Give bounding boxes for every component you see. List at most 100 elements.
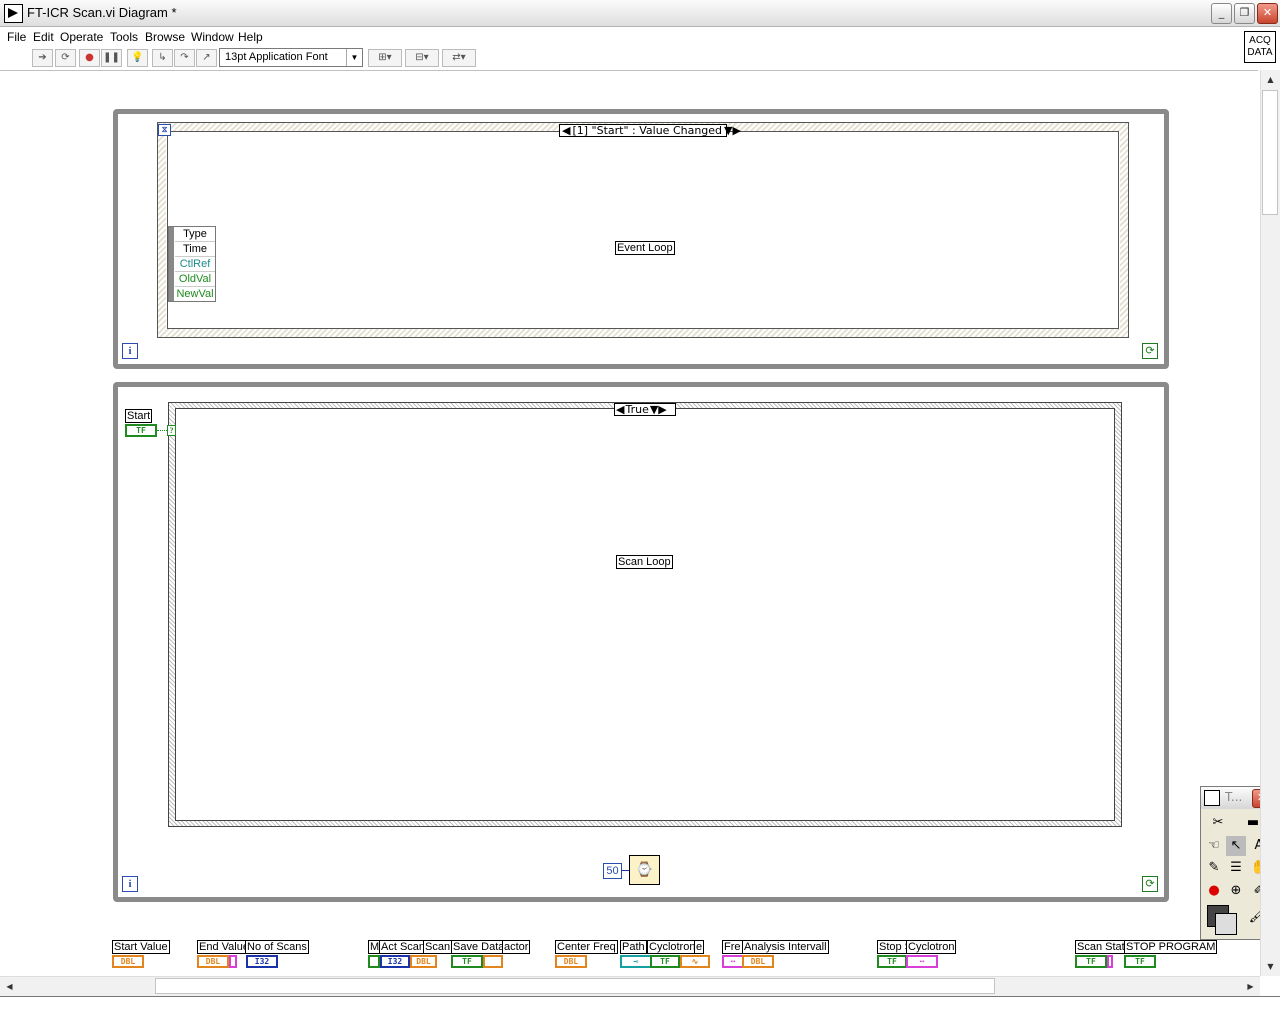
event-next-icon[interactable]: ▼▶: [722, 124, 743, 137]
menu-tools[interactable]: Tools: [110, 30, 138, 44]
scroll-down-icon[interactable]: ▼: [1262, 958, 1279, 975]
case-structure-inner[interactable]: [175, 408, 1115, 821]
terminal-label-cyclotron[interactable]: Cyclotron: [647, 940, 698, 954]
close-button[interactable]: ✕: [1257, 3, 1278, 24]
terminal-no-of-scans[interactable]: I32: [246, 955, 278, 968]
terminal-m[interactable]: [368, 955, 380, 968]
terminal-cyclotron-ref[interactable]: ⋯: [906, 955, 938, 968]
labview-app-icon[interactable]: [4, 4, 23, 23]
terminal-label-fre[interactable]: Fre: [722, 940, 743, 954]
scan-loop-label[interactable]: Scan Loop: [616, 555, 673, 569]
terminal-scan-stat-ref[interactable]: [1107, 955, 1113, 968]
scroll-left-icon[interactable]: ◀: [1, 978, 18, 995]
scan-loop-iteration-icon[interactable]: i: [122, 876, 138, 892]
terminal-end-value[interactable]: DBL: [197, 955, 229, 968]
terminal-stop-program[interactable]: TF: [1124, 955, 1156, 968]
step-into-icon[interactable]: ↳: [152, 49, 173, 67]
start-label[interactable]: Start: [125, 409, 153, 423]
event-data-type[interactable]: Type: [175, 227, 215, 242]
event-data-oldval[interactable]: OldVal: [175, 272, 215, 287]
scroll-up-icon[interactable]: ▲: [1262, 71, 1279, 88]
menu-operate[interactable]: Operate: [60, 30, 103, 44]
title-bar[interactable]: FT-ICR Scan.vi Diagram * _ ❐ ✕: [0, 0, 1280, 27]
terminal-label-no-of-scans[interactable]: No of Scans: [245, 940, 309, 954]
terminal-scan-stat[interactable]: TF: [1075, 955, 1107, 968]
font-selector[interactable]: 13pt Application Font ▼: [219, 48, 363, 67]
probe-tool-icon[interactable]: ⊕: [1226, 881, 1246, 901]
wiring-tool-icon[interactable]: ✎: [1204, 858, 1224, 878]
terminal-waveform-icon[interactable]: ∿: [680, 955, 710, 968]
step-out-icon[interactable]: ↗: [196, 49, 217, 67]
terminal-act-scan[interactable]: I32: [380, 955, 410, 968]
start-terminal[interactable]: TF: [125, 424, 157, 437]
operate-tool-icon[interactable]: ☜: [1204, 836, 1224, 856]
vertical-scrollbar[interactable]: ▲ ▼: [1260, 70, 1280, 976]
minimize-button[interactable]: _: [1211, 3, 1232, 24]
terminal-label-scan[interactable]: Scan: [423, 940, 453, 954]
terminal-center-freq[interactable]: DBL: [555, 955, 587, 968]
terminal-label-save-data[interactable]: Save Data: [451, 940, 507, 954]
case-selector[interactable]: ◀True▼▶: [614, 403, 676, 416]
terminal-end-value-ref[interactable]: [229, 955, 237, 968]
event-loop-iteration-icon[interactable]: i: [122, 343, 138, 359]
case-prev-icon[interactable]: ◀: [615, 403, 625, 416]
terminal-label-cyclotron-ref[interactable]: Cyclotron: [906, 940, 957, 954]
terminal-label-stop-program[interactable]: STOP PROGRAM: [1124, 940, 1218, 954]
terminal-scan[interactable]: DBL: [410, 955, 437, 968]
reorder-icon[interactable]: ⇄▾: [442, 49, 476, 67]
event-prev-icon[interactable]: ◀: [560, 124, 572, 137]
terminal-label-start-value[interactable]: Start Value: [112, 940, 170, 954]
terminal-label-e[interactable]: e: [694, 940, 705, 954]
abort-icon[interactable]: ●: [79, 49, 100, 67]
vi-icon[interactable]: ACQ DATA: [1244, 31, 1276, 63]
event-data-newval[interactable]: NewVal: [175, 287, 215, 301]
terminal-label-end-value[interactable]: End Value: [197, 940, 251, 954]
wait-ms-function-icon[interactable]: ⌚: [629, 855, 660, 885]
vertical-scroll-thumb[interactable]: [1262, 90, 1278, 215]
terminal-stop-s[interactable]: TF: [877, 955, 907, 968]
background-color-icon[interactable]: [1215, 913, 1237, 935]
scroll-right-icon[interactable]: ▶: [1242, 978, 1259, 995]
terminal-analysis-intervall[interactable]: DBL: [742, 955, 774, 968]
scan-loop-stop-icon[interactable]: ⟳: [1142, 876, 1158, 892]
horizontal-scrollbar[interactable]: ◀ ▶: [0, 976, 1260, 996]
terminal-label-actor[interactable]: actor: [502, 940, 531, 954]
menu-window[interactable]: Window: [191, 30, 234, 44]
breakpoint-tool-icon[interactable]: ●: [1204, 881, 1224, 901]
terminal-label-act-scan[interactable]: Act Scan: [379, 940, 428, 954]
terminal-label-scan-stat[interactable]: Scan Stat: [1075, 940, 1127, 954]
case-next-icon[interactable]: ▼▶: [649, 403, 668, 416]
automatic-tool-icon[interactable]: ✂: [1208, 813, 1228, 833]
event-selector[interactable]: ◀ [1] "Start" : Value Changed ▼▶: [559, 124, 741, 137]
event-data-time[interactable]: Time: [175, 242, 215, 257]
event-loop-stop-icon[interactable]: ⟳: [1142, 343, 1158, 359]
terminal-actor[interactable]: [483, 955, 503, 968]
shortcut-menu-tool-icon[interactable]: ☰: [1226, 858, 1246, 878]
terminal-save-data[interactable]: TF: [451, 955, 483, 968]
step-over-icon[interactable]: ↷: [174, 49, 195, 67]
timeout-terminal-icon[interactable]: ⧖: [158, 124, 171, 136]
event-loop-label[interactable]: Event Loop: [615, 241, 675, 255]
menu-edit[interactable]: Edit: [33, 30, 54, 44]
distribute-objects-icon[interactable]: ⊟▾: [405, 49, 439, 67]
terminal-label-center-freq[interactable]: Center Freq: [555, 940, 618, 954]
terminal-label-path[interactable]: Path: [620, 940, 647, 954]
position-tool-icon[interactable]: ↖: [1226, 836, 1246, 856]
horizontal-scroll-thumb[interactable]: [155, 978, 995, 994]
case-selector-terminal-icon[interactable]: ?: [167, 425, 176, 436]
menu-file[interactable]: File: [7, 30, 26, 44]
terminal-label-analysis-intervall[interactable]: Analysis Intervall: [742, 940, 829, 954]
event-data-ctlref[interactable]: CtlRef: [175, 257, 215, 272]
restore-button[interactable]: ❐: [1234, 3, 1255, 24]
menu-help[interactable]: Help: [238, 30, 263, 44]
event-structure-case[interactable]: [167, 131, 1119, 329]
terminal-fre-ref[interactable]: ⋯: [722, 955, 744, 968]
terminal-path[interactable]: ⊸: [620, 955, 652, 968]
highlight-execution-icon[interactable]: 💡: [127, 49, 148, 67]
event-data-node[interactable]: Type Time CtlRef OldVal NewVal: [168, 226, 216, 302]
run-continuously-icon[interactable]: ⟳: [55, 49, 76, 67]
pause-icon[interactable]: ❚❚: [101, 49, 122, 67]
menu-browse[interactable]: Browse: [145, 30, 185, 44]
terminal-cyclotron[interactable]: TF: [650, 955, 680, 968]
wait-ms-constant[interactable]: 50: [603, 863, 622, 879]
